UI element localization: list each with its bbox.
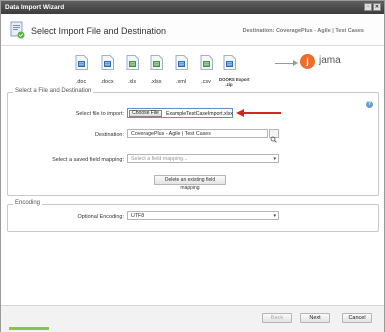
back-button[interactable]: Back <box>262 313 292 323</box>
chevron-down-icon: ▾ <box>273 156 276 162</box>
file-type-icon <box>126 55 139 70</box>
file-type-icon <box>223 55 236 70</box>
format-item: .xls <box>122 55 142 85</box>
section-legend-file: Select a File and Destination <box>13 88 94 94</box>
format-item: .csv <box>196 55 216 85</box>
delete-mapping-button[interactable]: Delete an existing field mapping <box>154 175 226 191</box>
wizard-footer: Back Next Cancel <box>1 305 384 332</box>
step-title: Select Import File and Destination <box>31 26 167 36</box>
format-label: .docx <box>100 79 114 85</box>
file-label: Select file to import: <box>75 111 124 117</box>
highlight-arrow-shaft <box>243 112 281 114</box>
jama-logo-icon: j <box>300 54 315 69</box>
format-item: .xml <box>171 55 191 85</box>
format-label: .xlsx <box>150 79 162 85</box>
cancel-button[interactable]: Cancel <box>342 313 372 323</box>
format-label: .doc <box>75 79 87 85</box>
format-item: .docx <box>97 55 117 85</box>
close-icon[interactable]: ✕ <box>373 3 381 11</box>
mapping-label: Select a saved field mapping: <box>52 157 124 163</box>
jama-brand-name: jama <box>319 55 341 66</box>
field-mapping-select[interactable]: Select a field mapping... ▾ <box>127 154 279 163</box>
destination-field[interactable]: CoveragePlus - Agile | Test Cases <box>127 129 268 138</box>
next-button[interactable]: Next <box>300 313 330 323</box>
format-item: DOORS Export .zip <box>219 55 250 87</box>
section-legend-encoding: Encoding <box>13 200 43 206</box>
file-type-icon <box>150 55 163 70</box>
window-title: Data Import Wizard <box>5 4 65 11</box>
destination-summary: Destination: CoveragePlus - Agile | Test… <box>242 28 364 34</box>
file-type-icon <box>200 55 213 70</box>
format-label: DOORS Export .zip <box>219 77 250 87</box>
choose-file-button[interactable]: Choose File <box>129 110 162 117</box>
file-type-icon <box>101 55 114 70</box>
import-wizard-window: Data Import Wizard ▫ ✕ Select Import Fil… <box>0 0 385 332</box>
format-label: .csv <box>201 79 211 85</box>
chevron-down-icon: ▾ <box>273 213 276 219</box>
file-type-icon <box>175 55 188 70</box>
title-bar: Data Import Wizard ▫ ✕ <box>1 1 384 14</box>
wizard-header: Select Import File and Destination Desti… <box>1 14 384 46</box>
format-label: .xls <box>127 79 137 85</box>
encoding-value: UTF8 <box>131 213 145 219</box>
encoding-select[interactable]: UTF8 ▾ <box>127 211 279 220</box>
selected-file-name: ExampleTestCaseImport.xlsx <box>166 110 233 117</box>
file-type-icon <box>75 55 88 70</box>
encoding-label: Optional Encoding: <box>77 214 124 220</box>
file-input[interactable]: Choose File ExampleTestCaseImport.xlsx <box>127 108 233 118</box>
destination-label: Destination: <box>94 132 124 138</box>
format-item: .xlsx <box>146 55 166 85</box>
mapping-placeholder: Select a field mapping... <box>131 156 188 162</box>
format-item: .doc <box>71 55 91 85</box>
flow-arrow-icon <box>293 60 298 66</box>
flow-arrow-line <box>275 63 295 64</box>
help-icon[interactable]: ? <box>366 101 373 108</box>
format-label: .xml <box>175 79 187 85</box>
search-icon[interactable] <box>269 129 279 143</box>
maximize-icon[interactable]: ▫ <box>364 3 372 11</box>
progress-strip <box>9 327 49 330</box>
import-wizard-icon <box>10 21 25 39</box>
